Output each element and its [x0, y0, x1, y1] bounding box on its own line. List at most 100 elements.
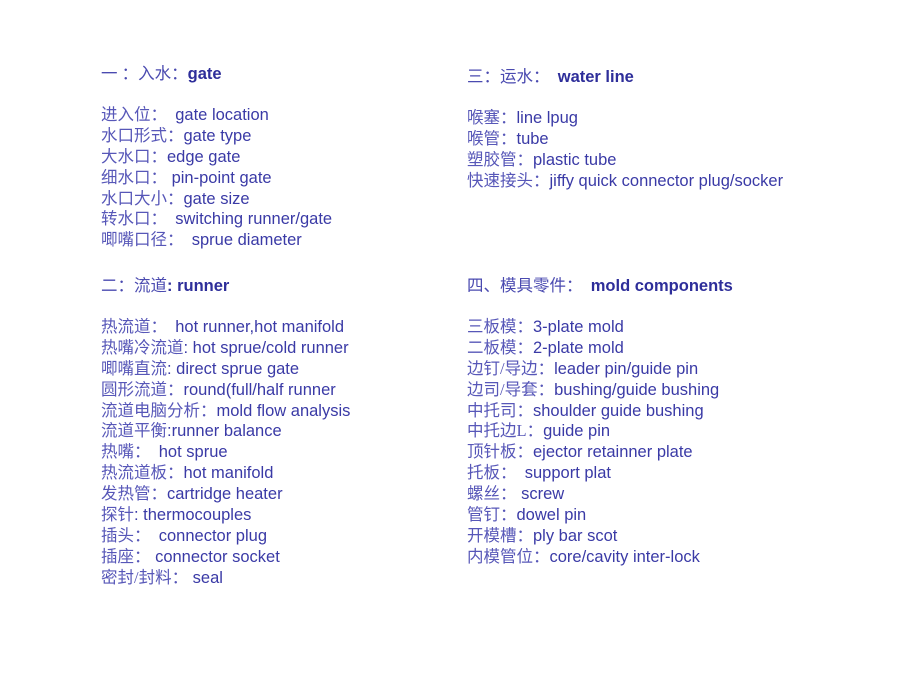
section-heading: 一 ：入水：gate: [101, 63, 332, 84]
term-chinese: 管钉：: [467, 505, 517, 525]
term-english: support plat: [508, 464, 611, 483]
term-english: seal: [188, 568, 223, 587]
term-chinese: 转水口：: [101, 209, 159, 229]
term-chinese: 热嘴：: [101, 442, 143, 462]
heading-chinese: 一 ：入水：: [101, 64, 188, 83]
term-english: ply bar scot: [533, 526, 618, 545]
term-row: 边钉/导边：leader pin/guide pin: [467, 359, 733, 380]
term-chinese: 唧嘴口径：: [101, 230, 176, 250]
term-row: 喉塞：line lpug: [467, 108, 783, 129]
section-water-line: 三：运水： water line 喉塞：line lpug 喉管：tube 塑胶管：p…: [467, 66, 783, 192]
term-chinese: 螺丝：: [467, 484, 517, 504]
term-row: 开模槽：ply bar scot: [467, 526, 733, 547]
section-mold-components: 四、模具零件： mold components 三板模：3-plate mold 二…: [467, 275, 733, 568]
term-chinese: 中托司：: [467, 400, 533, 420]
term-chinese: 流道平衡: [101, 421, 167, 441]
term-row: 三板模：3-plate mold: [467, 317, 733, 338]
term-chinese: 插头：: [101, 525, 143, 545]
term-chinese: 开模槽：: [467, 525, 533, 545]
term-chinese: 细水口：: [101, 167, 167, 187]
term-english: dowel pin: [516, 506, 587, 525]
term-row: 流道平衡:runner balance: [101, 421, 350, 442]
term-chinese: 水口大小：: [101, 188, 184, 208]
term-row: 细水口： pin-point gate: [101, 168, 332, 189]
term-row: 插座： connector socket: [101, 547, 350, 568]
heading-chinese: 三：运水：: [467, 67, 542, 86]
section-heading: 三：运水： water line: [467, 66, 783, 87]
term-chinese: 插座：: [101, 546, 151, 566]
term-chinese: 探针: [101, 505, 134, 525]
term-row: 大水口：edge gate: [101, 147, 332, 168]
term-english: cartridge heater: [167, 485, 283, 504]
heading-english: gate: [187, 65, 222, 83]
section-heading: 四、模具零件： mold components: [467, 275, 733, 296]
term-english: 3-plate mold: [533, 318, 624, 336]
term-list: 三板模：3-plate mold 二板模：2-plate mold 边钉/导边：le…: [467, 317, 733, 568]
term-row: 热嘴： hot sprue: [101, 442, 350, 463]
term-chinese: 边司/导套：: [467, 379, 555, 399]
term-row: 水口大小：gate size: [101, 189, 332, 210]
term-chinese: 喉管：: [467, 128, 517, 148]
term-chinese: 热嘴冷流道: [101, 337, 184, 357]
term-chinese: 顶针板：: [467, 442, 533, 462]
term-chinese: 三板模：: [467, 317, 533, 336]
heading-english: : runner: [167, 277, 230, 295]
heading-chinese: 四、模具零件：: [467, 276, 575, 295]
term-english: gate type: [183, 126, 252, 145]
section-heading: 二：流道: runner: [101, 275, 350, 296]
term-english: leader pin/guide pin: [554, 359, 699, 378]
term-row: 热流道： hot runner,hot manifold: [101, 317, 350, 338]
term-row: 进入位： gate location: [101, 105, 332, 126]
term-chinese: 热流道板：: [101, 463, 184, 483]
term-chinese: 大水口：: [101, 146, 167, 166]
heading-chinese: 二：流道: [101, 276, 167, 295]
term-english: : hot sprue/cold runner: [183, 338, 349, 357]
term-row: 流道电脑分析：mold flow analysis: [101, 401, 350, 422]
term-row: 管钉：dowel pin: [467, 505, 733, 526]
term-chinese: 圆形流道：: [101, 379, 184, 399]
term-row: 插头： connector plug: [101, 526, 350, 547]
term-english: tube: [516, 129, 549, 148]
term-row: 唧嘴直流: direct sprue gate: [101, 359, 350, 380]
term-list: 热流道： hot runner,hot manifold 热嘴冷流道: hot s…: [101, 317, 350, 589]
term-english: gate location: [158, 106, 269, 124]
term-chinese: 中托边L：: [467, 421, 544, 441]
heading-english: mold components: [574, 277, 733, 295]
term-english: bushing/guide bushing: [554, 380, 720, 399]
term-chinese: 流道电脑分析：: [101, 400, 217, 420]
term-english: round(full/half runner: [183, 380, 336, 399]
term-english: line lpug: [516, 109, 578, 127]
term-english: : thermocouples: [134, 506, 252, 525]
term-row: 唧嘴口径： sprue diameter: [101, 230, 332, 251]
term-row: 喉管：tube: [467, 129, 783, 150]
term-english: connector plug: [142, 526, 267, 545]
term-english: hot runner,hot manifold: [158, 318, 345, 336]
term-english: ejector retainner plate: [533, 443, 693, 462]
term-row: 转水口： switching runner/gate: [101, 209, 332, 230]
term-chinese: 进入位：: [101, 105, 159, 124]
term-row: 内模管位：core/cavity inter-lock: [467, 547, 733, 568]
term-row: 顶针板：ejector retainner plate: [467, 442, 733, 463]
term-row: 中托司：shoulder guide bushing: [467, 401, 733, 422]
term-english: :runner balance: [167, 422, 282, 441]
term-english: core/cavity inter-lock: [549, 547, 700, 566]
term-chinese: 二板模：: [467, 337, 533, 357]
term-english: screw: [516, 485, 565, 504]
term-chinese: 快速接头：: [467, 170, 550, 190]
term-english: sprue diameter: [175, 231, 302, 250]
term-english: : direct sprue gate: [167, 359, 300, 378]
term-row: 密封/封料： seal: [101, 568, 350, 589]
term-chinese: 托板：: [467, 463, 509, 483]
term-chinese: 热流道：: [101, 317, 159, 336]
term-row: 托板： support plat: [467, 463, 733, 484]
term-row: 边司/导套：bushing/guide bushing: [467, 380, 733, 401]
term-english: hot manifold: [183, 464, 274, 483]
term-chinese: 塑胶管：: [467, 149, 533, 169]
term-row: 水口形式：gate type: [101, 126, 332, 147]
term-row: 塑胶管：plastic tube: [467, 150, 783, 171]
term-list: 喉塞：line lpug 喉管：tube 塑胶管：plastic tube 快速接头：…: [467, 108, 783, 192]
term-english: plastic tube: [533, 150, 617, 169]
term-row: 中托边L：guide pin: [467, 421, 733, 442]
section-runner: 二：流道: runner 热流道： hot runner,hot manifold…: [101, 275, 350, 589]
term-english: gate size: [183, 189, 250, 208]
